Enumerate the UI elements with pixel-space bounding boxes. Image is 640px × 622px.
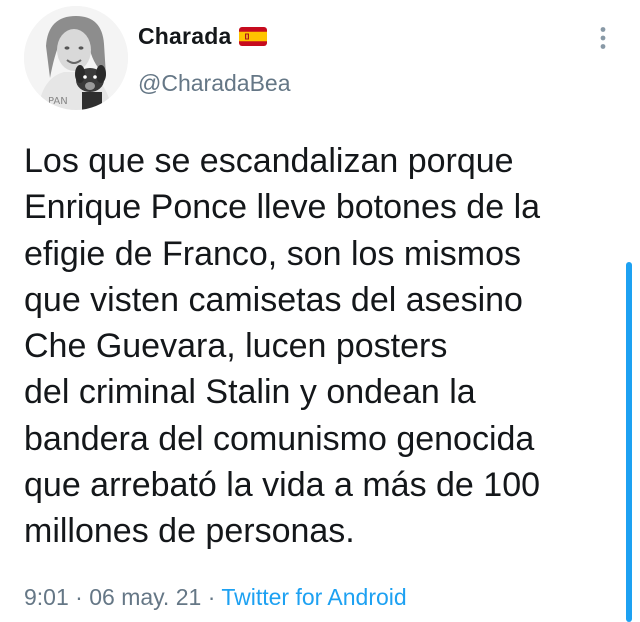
svg-text:PAN: PAN bbox=[48, 96, 68, 107]
vertical-dots-icon[interactable] bbox=[592, 26, 614, 50]
tweet-card: PAN Charada @CharadaBea Los que se escan… bbox=[0, 0, 640, 622]
tweet-text-line: Los que se escandalizan porque bbox=[24, 142, 514, 180]
tweet-text-line: bandera del comunismo genocida bbox=[24, 419, 535, 458]
tweet-time: 9:01 bbox=[24, 584, 69, 610]
meta-separator: · bbox=[68, 584, 90, 610]
tweet-source-link[interactable]: Twitter for Android bbox=[221, 584, 406, 610]
tweet-text-line: que visten camisetas del asesino bbox=[24, 280, 523, 319]
tweet-text-line: Che Guevara, lucen posters bbox=[24, 327, 448, 366]
tweet-text-line: efigie de Franco, son los mismos bbox=[24, 234, 521, 273]
tweet-meta: 9:01 · 06 may. 21 · Twitter for Android bbox=[24, 584, 407, 611]
tweet-text-line: que arrebató la vida a más de 100 bbox=[24, 466, 541, 505]
author-name-row: Charada bbox=[138, 22, 268, 50]
tweet-date: 06 may. 21 bbox=[89, 584, 202, 610]
display-name[interactable]: Charada bbox=[138, 23, 231, 50]
tweet-text-line: Enrique Ponce lleve botones de la bbox=[24, 188, 541, 227]
tweet-text-line: millones de personas. bbox=[24, 512, 355, 551]
spain-flag-icon bbox=[239, 26, 268, 46]
tweet-text-line: del criminal Stalin y ondean la bbox=[24, 373, 476, 412]
meta-separator: · bbox=[201, 584, 222, 610]
avatar[interactable]: PAN bbox=[24, 6, 128, 110]
author-handle[interactable]: @CharadaBea bbox=[138, 70, 291, 97]
avatar-photo-icon: PAN bbox=[24, 6, 128, 110]
tweet-text: Los que se escandalizan porque Enrique P… bbox=[24, 138, 624, 555]
scrollbar[interactable] bbox=[626, 262, 632, 622]
